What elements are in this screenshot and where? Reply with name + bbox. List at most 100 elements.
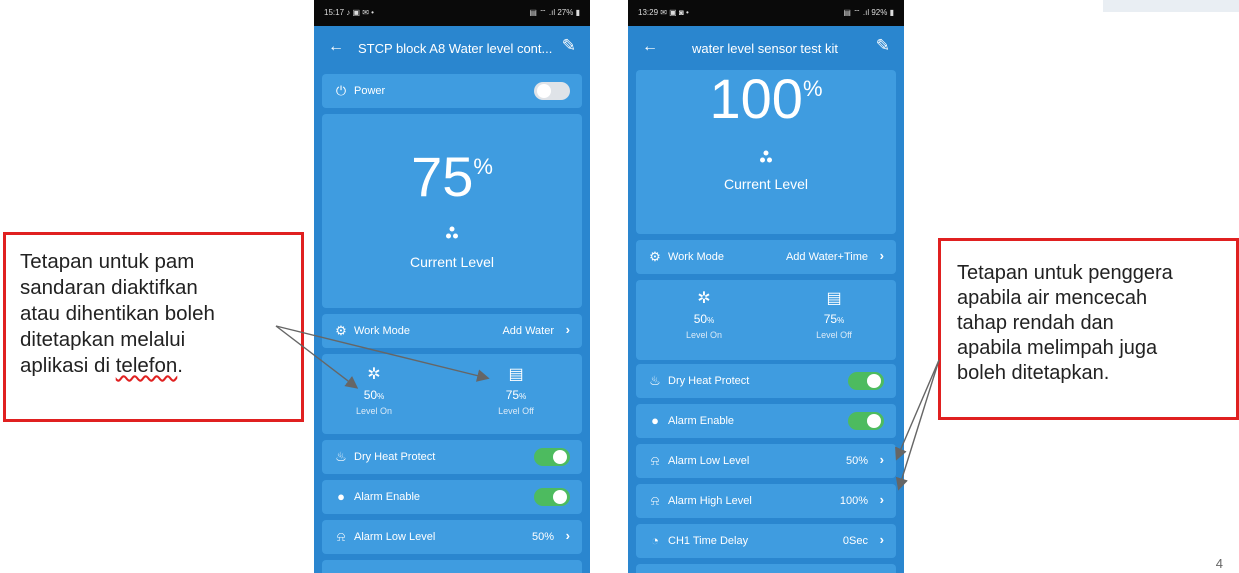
current-level-label: Current Level (723, 176, 809, 192)
water-drop-icon: ● (337, 489, 345, 504)
level-on-value: 50% (693, 312, 715, 326)
spellcheck-underlined-word: telefon (115, 354, 178, 377)
alarm-enable-row: ● Alarm Enable (636, 404, 896, 438)
alarm-enable-toggle[interactable] (534, 488, 570, 506)
alarm-high-label: Alarm High Level (668, 495, 752, 507)
level-on-value: 50% (363, 388, 385, 402)
callout-line: apabila air mencecah (957, 287, 1148, 309)
ch1-time-delay-label: CH1 Time Delay (668, 535, 749, 547)
callout-line: Tetapan untuk penggera (957, 262, 1173, 284)
level-on-label: Level On (685, 330, 723, 340)
dry-heat-label: Dry Heat Protect (668, 375, 750, 387)
status-time: 13:29 ✉ ▣ ◙ • (638, 8, 689, 17)
dry-heat-protect-row: ♨ Dry Heat Protect (636, 364, 896, 398)
back-arrow-icon[interactable]: ← (642, 38, 658, 56)
level-on-block[interactable]: ✲ 50% Level On (324, 364, 424, 416)
callout-line: apabila melimpah juga (957, 337, 1158, 359)
dry-heat-toggle[interactable] (534, 448, 570, 466)
work-mode-label: Work Mode (668, 251, 725, 263)
back-arrow-icon[interactable]: ← (328, 38, 344, 56)
alarm-low-label: Alarm Low Level (354, 531, 436, 543)
level-on-off-card: ✲ 50% Level On ▤ 75% Level Off (636, 280, 896, 360)
callout-line: atau dihentikan boleh (20, 302, 215, 325)
power-icon: ⏻ (335, 83, 347, 98)
water-level-percentage: 75% (322, 144, 582, 209)
dry-heat-label: Dry Heat Protect (354, 451, 436, 463)
ch1-time-delay-value: 0Sec (842, 535, 868, 547)
arrow-to-alarm-high (895, 359, 940, 491)
chevron-right-icon: › (565, 322, 570, 337)
chevron-right-icon: › (879, 492, 884, 507)
alarm-low-value: 50% (531, 531, 554, 543)
tank-icon: ▤ (508, 366, 524, 383)
gear-icon: ⚙ (649, 249, 661, 264)
level-off-label: Level Off (816, 330, 852, 340)
app-title-bar: ← STCP block A8 Water level cont... ✎ (314, 26, 590, 70)
level-on-block[interactable]: ✲ 50% Level On (654, 288, 754, 340)
current-level-card: 100% Current Level (636, 67, 896, 234)
dry-heat-protect-row: ♨ Dry Heat Protect (322, 440, 582, 474)
alarm-high-value: 100% (839, 495, 868, 507)
alarm-enable-label: Alarm Enable (354, 491, 421, 503)
alarm-low-level-row[interactable]: ⍾ Alarm Low Level 50% › (322, 520, 582, 554)
alarm-low-label: Alarm Low Level (668, 455, 750, 467)
current-level-label: Current Level (409, 254, 495, 270)
alarm-high-level-row[interactable]: ⍾ Alarm High Level 100% › (636, 484, 896, 518)
ch1-time-delay-row[interactable]: ◔ CH1 Time Delay 0Sec › (636, 524, 896, 558)
chevron-right-icon: › (879, 452, 884, 467)
alarm-enable-toggle[interactable] (848, 412, 884, 430)
work-mode-row[interactable]: ⚙ Work Mode Add Water+Time › (636, 240, 896, 274)
callout-line: Tetapan untuk pam (20, 250, 195, 273)
next-row-partial[interactable] (636, 564, 896, 573)
callout-line: tahap rendah dan (957, 312, 1114, 334)
alarm-enable-label: Alarm Enable (668, 415, 735, 427)
callout-line: ditetapkan melalui (20, 328, 186, 351)
level-off-block[interactable]: ▤ 75% Level Off (466, 364, 566, 416)
callout-line: aplikasi di telefon. (20, 353, 287, 379)
callout-text: aplikasi di (20, 354, 116, 377)
status-time: 15:17 ♪ ▣ ✉ • (324, 8, 374, 17)
callout-alarm-settings: Tetapan untuk penggera apabila air mence… (938, 238, 1239, 420)
status-bar: 15:17 ♪ ▣ ✉ • ▤ ⌔ .ıl 27% ▮ (314, 0, 590, 26)
work-mode-value: Add Water (502, 325, 554, 337)
device-title: water level sensor test kit (692, 41, 838, 56)
alarm-icon: ⍾ (650, 453, 660, 468)
power-toggle[interactable] (534, 82, 570, 100)
flame-icon: ♨ (335, 449, 347, 464)
water-drop-icon (322, 226, 582, 245)
status-system-icons: ▤ ⌔ .ıl 92% ▮ (843, 8, 894, 17)
level-off-value: 75% (505, 388, 527, 402)
chevron-right-icon: › (879, 248, 884, 263)
phone-screenshot-left: 15:17 ♪ ▣ ✉ • ▤ ⌔ .ıl 27% ▮ ← STCP block… (314, 0, 590, 573)
device-title: STCP block A8 Water level cont... (358, 41, 553, 56)
fan-icon: ✲ (367, 366, 381, 383)
work-mode-value: Add Water+Time (785, 251, 868, 263)
level-off-label: Level Off (498, 406, 534, 416)
level-off-value: 75% (823, 312, 845, 326)
water-level-percentage: 100% (636, 66, 896, 131)
dry-heat-toggle[interactable] (848, 372, 884, 390)
power-row[interactable]: ⏻ Power (322, 74, 582, 108)
level-number: 100 (709, 67, 803, 130)
gear-icon: ⚙ (335, 323, 347, 338)
callout-line: boleh ditetapkan. (957, 362, 1110, 384)
chevron-right-icon: › (565, 528, 570, 543)
alarm-icon: ⍾ (336, 529, 346, 544)
level-off-block[interactable]: ▤ 75% Level Off (784, 288, 884, 340)
alarm-icon: ⍾ (650, 493, 660, 508)
power-label: Power (354, 85, 386, 97)
alarm-high-level-row-partial[interactable] (322, 560, 582, 573)
alarm-low-level-row[interactable]: ⍾ Alarm Low Level 50% › (636, 444, 896, 478)
level-number: 75 (411, 145, 474, 208)
slide-corner-decoration (1103, 0, 1239, 12)
work-mode-row[interactable]: ⚙ Work Mode Add Water › (322, 314, 582, 348)
edit-pencil-icon[interactable]: ✎ (562, 36, 576, 56)
water-drop-icon: ● (651, 413, 659, 428)
current-level-card: 75% Current Level (322, 114, 582, 308)
callout-text: . (177, 354, 183, 377)
status-system-icons: ▤ ⌔ .ıl 27% ▮ (529, 8, 580, 17)
level-on-off-card: ✲ 50% Level On ▤ 75% Level Off (322, 354, 582, 434)
edit-pencil-icon[interactable]: ✎ (876, 36, 890, 56)
level-unit: % (802, 76, 823, 101)
phone-screenshot-right: 13:29 ✉ ▣ ◙ • ▤ ⌔ .ıl 92% ▮ ← water leve… (628, 0, 904, 573)
